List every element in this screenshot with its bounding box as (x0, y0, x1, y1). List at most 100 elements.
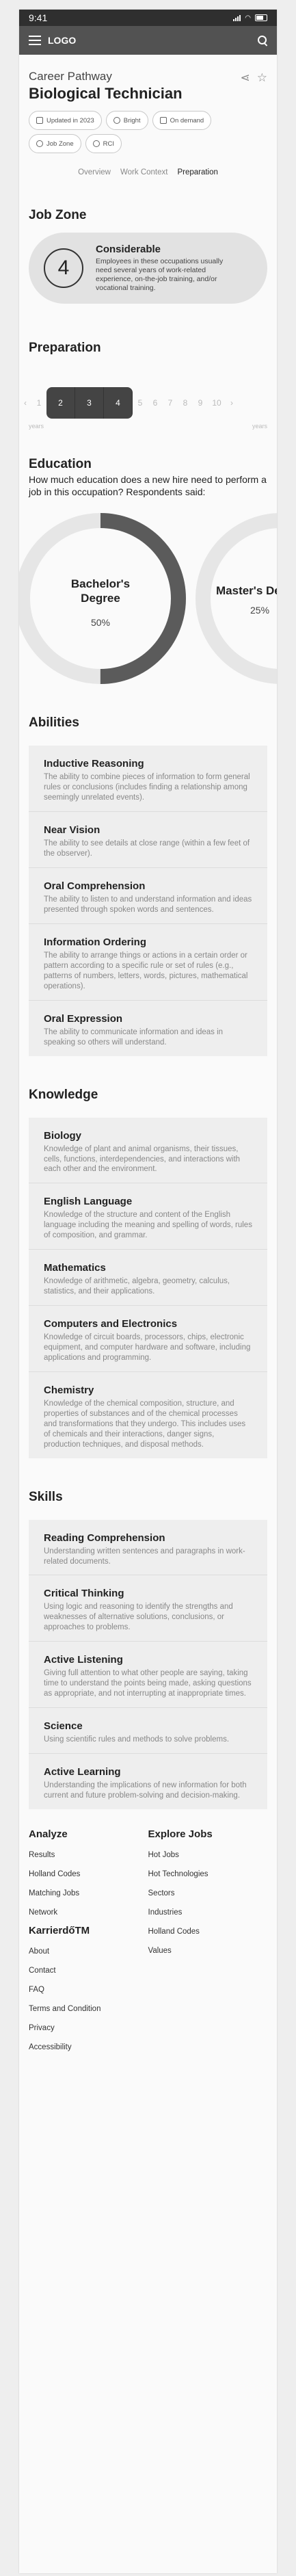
preparation-scale: ‹ 1 2 3 4 5 6 7 8 9 10 › (19, 387, 277, 419)
chip-job-zone[interactable]: Job Zone (29, 134, 81, 153)
job-zone-card: 4 Considerable Employees in these occupa… (29, 233, 267, 304)
education-donuts: Bachelor's Degree 50% Master's Degree 25… (19, 512, 277, 703)
donut-bachelors: Bachelor's Degree 50% (19, 512, 187, 685)
abilities-list: Inductive Reasoning The ability to combin… (29, 746, 267, 1056)
footer-link[interactable]: Sectors (148, 1889, 268, 1897)
list-item[interactable]: Critical Thinking Using logic and reasoni… (29, 1575, 267, 1642)
prep-year-1[interactable]: 1 (31, 398, 46, 408)
item-desc: Giving full attention to what other peop… (44, 1669, 252, 1698)
chip-updated[interactable]: Updated in 2023 (29, 111, 102, 130)
footer-link[interactable]: Results (29, 1851, 148, 1859)
footer-link[interactable]: Privacy (29, 2024, 148, 2032)
prep-year-5[interactable]: 5 (133, 398, 148, 408)
footer-col-left: Analyze Results Holland Codes Matching J… (29, 1828, 148, 2062)
prep-year-2[interactable]: 2 (46, 387, 75, 419)
header-actions: ⋖ ☆ (241, 71, 268, 85)
list-item[interactable]: Science Using scientific rules and method… (29, 1708, 267, 1754)
section-tabs: Overview Work Context Preparation (29, 168, 267, 176)
share-icon[interactable]: ⋖ (241, 71, 250, 85)
chip-bright[interactable]: Bright (105, 111, 148, 130)
donut-percent: 25% (250, 605, 270, 616)
list-item[interactable]: Active Listening Giving full attention to… (29, 1642, 267, 1709)
item-desc: Using logic and reasoning to identify th… (44, 1603, 233, 1632)
list-item[interactable]: Biology Knowledge of plant and animal org… (29, 1118, 267, 1184)
skills-title: Skills (29, 1489, 63, 1504)
footer-link[interactable]: Hot Jobs (148, 1851, 268, 1859)
prep-year-8[interactable]: 8 (178, 398, 193, 408)
education-question: How much education does a new hire need … (29, 474, 267, 498)
list-item[interactable]: Active Learning Understanding the implica… (29, 1754, 267, 1809)
item-title: Oral Expression (44, 1012, 123, 1025)
job-zone-level: Considerable (96, 243, 161, 255)
prev-arrow-icon[interactable]: ‹ (19, 398, 31, 408)
item-desc: Understanding the implications of new in… (44, 1781, 247, 1800)
list-item[interactable]: Near Vision The ability to see details at… (29, 812, 267, 869)
page-header: Career Pathway Biological Technician ⋖ ☆… (19, 55, 277, 176)
prep-year-7[interactable]: 7 (163, 398, 178, 408)
tab-work-context[interactable]: Work Context (120, 168, 167, 176)
item-title: Oral Comprehension (44, 880, 146, 893)
footer-link[interactable]: Terms and Condition (29, 2005, 148, 2013)
item-title: Active Learning (44, 1766, 121, 1778)
footer-link[interactable]: About (29, 1947, 148, 1956)
prep-year-4[interactable]: 4 (104, 387, 133, 419)
education-title: Education (29, 457, 92, 471)
prep-year-3[interactable]: 3 (75, 387, 104, 419)
skills-list: Reading Comprehension Understanding writt… (29, 1519, 267, 1809)
list-item[interactable]: Reading Comprehension Understanding writt… (29, 1520, 267, 1576)
tab-overview[interactable]: Overview (78, 168, 111, 176)
signal-icon (233, 14, 241, 21)
footer-link[interactable]: Values (148, 1947, 268, 1955)
abilities-title: Abilities (29, 715, 79, 731)
next-arrow-icon[interactable]: › (226, 398, 238, 408)
tab-preparation[interactable]: Preparation (177, 168, 217, 176)
list-item[interactable]: Oral Comprehension The ability to listen … (29, 868, 267, 924)
list-item[interactable]: English Language Knowledge of the structu… (29, 1183, 267, 1250)
item-desc: Knowledge of arithmetic, algebra, geomet… (44, 1277, 230, 1296)
chip-on-demand[interactable]: On demand (152, 111, 212, 130)
donut-track (196, 513, 277, 685)
menu-icon[interactable] (29, 36, 41, 45)
donut-masters: Master's Degree 25% (194, 512, 277, 685)
footer-link[interactable]: Accessibility (29, 2043, 148, 2051)
footer-link[interactable]: Contact (29, 1967, 148, 1975)
list-item[interactable]: Information Ordering The ability to arran… (29, 924, 267, 1001)
user-icon (92, 140, 100, 147)
wifi-icon: ◠ (245, 14, 251, 22)
prep-labels: years years (19, 423, 277, 430)
list-item[interactable]: Oral Expression The ability to communicat… (29, 1001, 267, 1056)
footer-link[interactable]: Hot Technologies (148, 1870, 268, 1878)
item-desc: Using scientific rules and methods to so… (44, 1735, 230, 1744)
page-title: Biological Technician (29, 85, 183, 102)
star-icon[interactable]: ☆ (257, 71, 267, 85)
footer-link[interactable]: Network (29, 1908, 148, 1917)
list-item[interactable]: Inductive Reasoning The ability to combin… (29, 746, 267, 813)
job-zone-description: Employees in these occupations usually n… (96, 257, 224, 293)
footer-link[interactable]: Holland Codes (29, 1870, 148, 1878)
prep-year-9[interactable]: 9 (193, 398, 208, 408)
logo[interactable]: LOGO (48, 35, 258, 46)
footer-link[interactable]: FAQ (29, 1986, 148, 1994)
list-item[interactable]: Mathematics Knowledge of arithmetic, alge… (29, 1250, 267, 1306)
clock-icon (36, 140, 43, 147)
item-title: Biology (44, 1129, 81, 1142)
item-desc: Knowledge of circuit boards, processors,… (44, 1333, 251, 1362)
footer-brand: KarrierdőTM (29, 1924, 90, 1936)
list-item[interactable]: Computers and Electronics Knowledge of ci… (29, 1306, 267, 1372)
item-title: Chemistry (44, 1384, 94, 1396)
item-desc: Knowledge of plant and animal organisms,… (44, 1144, 241, 1174)
donut-chart (196, 513, 277, 685)
footer-link[interactable]: Matching Jobs (29, 1889, 148, 1897)
calendar-icon (36, 117, 43, 124)
sun-icon (113, 117, 120, 124)
footer-explore-title: Explore Jobs (148, 1828, 213, 1840)
footer-link[interactable]: Industries (148, 1908, 268, 1917)
footer-link[interactable]: Holland Codes (148, 1928, 268, 1936)
chip-rci[interactable]: RCI (85, 134, 122, 153)
search-icon[interactable] (258, 36, 267, 45)
prep-year-6[interactable]: 6 (148, 398, 163, 408)
list-item[interactable]: Chemistry Knowledge of the chemical compo… (29, 1372, 267, 1458)
prep-year-10[interactable]: 10 (208, 398, 226, 408)
trend-icon (159, 117, 167, 124)
item-desc: Knowledge of the chemical composition, s… (44, 1399, 246, 1449)
